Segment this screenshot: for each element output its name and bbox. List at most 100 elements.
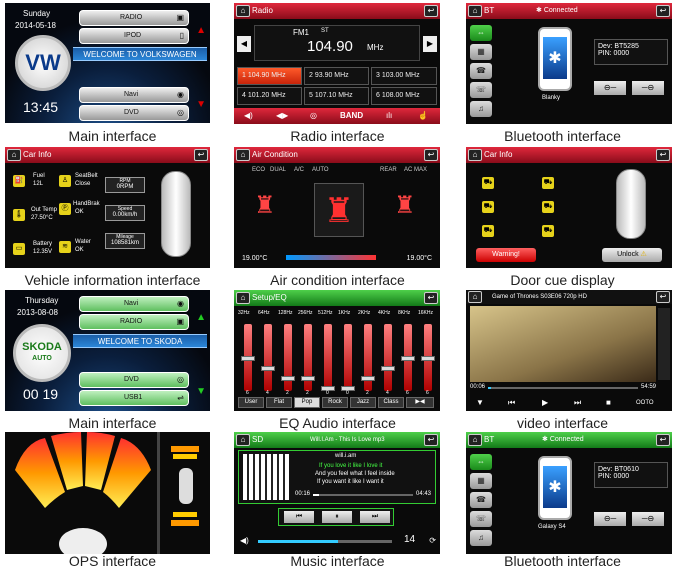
mode-rear[interactable]: REAR <box>380 167 397 173</box>
bt-sidebar-dial[interactable]: ⇔ <box>470 454 492 470</box>
band-button[interactable]: BAND <box>340 108 363 124</box>
eq-slider[interactable] <box>261 324 275 391</box>
bt-sidebar-contacts[interactable]: ☎ <box>470 492 492 508</box>
volume-slider[interactable] <box>258 540 392 543</box>
preset-2[interactable]: 2 93.90 MHz <box>304 67 369 85</box>
mode-eco[interactable]: ECO <box>252 167 265 173</box>
eq-icon[interactable]: ılı <box>386 108 392 124</box>
eq-slider[interactable] <box>401 324 415 391</box>
eq-slider[interactable] <box>341 324 355 391</box>
navi-button[interactable]: Navi ◉ <box>79 296 189 312</box>
disconnect-button[interactable]: ─⊖ <box>632 81 664 95</box>
eq-slider[interactable] <box>381 324 395 391</box>
scroll-down-icon[interactable]: ▼ <box>196 386 206 397</box>
disconnect-button[interactable]: ─⊖ <box>632 512 664 526</box>
scroll-up-icon[interactable]: ▲ <box>196 25 206 36</box>
eq-preset-jazz[interactable]: Jazz <box>350 397 376 408</box>
unlock-button[interactable]: Unlock ⚠ <box>602 248 662 262</box>
home-icon[interactable]: ⌂ <box>7 149 21 161</box>
eq-balance-icon[interactable]: ▶◀ <box>406 397 434 408</box>
seek-back-button[interactable]: ◀ <box>237 36 251 52</box>
repeat-icon[interactable]: ⟳ <box>429 536 436 545</box>
back-icon[interactable]: ↩ <box>424 149 438 161</box>
eq-slider[interactable] <box>361 324 375 391</box>
scan-icon[interactable]: ◎ <box>310 108 317 124</box>
usb-button[interactable]: USB1 ⇌ <box>79 390 189 406</box>
pause-button[interactable]: ⏸ <box>322 511 352 523</box>
eq-slider[interactable] <box>301 324 315 391</box>
preset-6[interactable]: 6 108.00 MHz <box>371 87 437 105</box>
radio-button[interactable]: RADIO ▣ <box>79 314 189 330</box>
eq-knob[interactable] <box>361 376 375 381</box>
stop-icon[interactable]: ■ <box>606 395 611 411</box>
down-icon[interactable]: ▼ <box>476 395 484 411</box>
next-button[interactable]: ⏭ <box>360 511 390 523</box>
mode-ac-max[interactable]: AC MAX <box>404 167 427 173</box>
volume-icon[interactable]: ◀) <box>240 536 249 545</box>
eq-knob[interactable] <box>281 376 295 381</box>
home-icon[interactable]: ⌂ <box>236 5 250 17</box>
bt-sidebar-music[interactable]: ♫ <box>470 530 492 546</box>
preset-1[interactable]: 1 104.90 MHz <box>237 67 302 85</box>
scroll-down-icon[interactable]: ▼ <box>196 99 206 110</box>
eq-knob[interactable] <box>401 356 415 361</box>
eq-knob[interactable] <box>301 376 315 381</box>
dvd-button[interactable]: DVD ◎ <box>79 372 189 388</box>
scroll-up-icon[interactable]: ▲ <box>196 312 206 323</box>
preset-3[interactable]: 3 103.00 MHz <box>371 67 437 85</box>
home-icon[interactable]: ⌂ <box>468 5 482 17</box>
progress-bar[interactable] <box>488 387 638 389</box>
eq-slider[interactable] <box>241 324 255 391</box>
progress-bar[interactable] <box>313 494 413 496</box>
radio-button[interactable]: RADIO ▣ <box>79 10 189 26</box>
home-icon[interactable]: ⌂ <box>236 434 250 446</box>
prev-button[interactable]: ⏮ <box>284 511 314 523</box>
ipod-button[interactable]: IPOD ▯ <box>79 28 189 44</box>
connect-button[interactable]: ⊖─ <box>594 512 626 526</box>
navi-button[interactable]: Navi ◉ <box>79 87 189 103</box>
back-icon[interactable]: ↩ <box>656 5 670 17</box>
home-icon[interactable]: ⌂ <box>468 291 482 303</box>
eq-preset-class[interactable]: Class <box>378 397 404 408</box>
bt-sidebar-music[interactable]: ♫ <box>470 101 492 117</box>
mode-ac[interactable]: A/C <box>294 167 304 173</box>
seek-icon[interactable]: ◀▶ <box>276 108 288 124</box>
eq-preset-user[interactable]: User <box>238 397 264 408</box>
back-icon[interactable]: ↩ <box>424 434 438 446</box>
dvd-button[interactable]: DVD ◎ <box>79 105 189 121</box>
eq-knob[interactable] <box>261 366 275 371</box>
back-icon[interactable]: ↩ <box>656 149 670 161</box>
back-icon[interactable]: ↩ <box>656 291 670 303</box>
bt-sidebar-keypad[interactable]: ▦ <box>470 473 492 489</box>
eq-preset-flat[interactable]: Flat <box>266 397 292 408</box>
connect-button[interactable]: ⊖─ <box>594 81 626 95</box>
prev-icon[interactable]: ⏮ <box>508 395 515 411</box>
next-icon[interactable]: ⏭ <box>574 395 581 411</box>
bt-sidebar-calls[interactable]: ☏ <box>470 82 492 98</box>
eq-slider[interactable] <box>321 324 335 391</box>
eq-knob[interactable] <box>421 356 435 361</box>
back-icon[interactable]: ↩ <box>424 5 438 17</box>
mode-auto[interactable]: AUTO <box>312 167 329 173</box>
bt-sidebar-calls[interactable]: ☏ <box>470 511 492 527</box>
back-icon[interactable]: ↩ <box>194 149 208 161</box>
preset-5[interactable]: 5 107.10 MHz <box>304 87 369 105</box>
bt-sidebar-keypad[interactable]: ▦ <box>470 44 492 60</box>
play-icon[interactable]: ▶ <box>542 395 548 411</box>
eq-preset-pop[interactable]: Pop <box>294 397 320 408</box>
warning-button[interactable]: Warning! <box>476 248 536 262</box>
preset-4[interactable]: 4 101.20 MHz <box>237 87 302 105</box>
fan-speed-bar[interactable] <box>286 255 376 260</box>
back-icon[interactable]: ↩ <box>656 434 670 446</box>
seek-forward-button[interactable]: ▶ <box>423 36 437 52</box>
eq-preset-rock[interactable]: Rock <box>322 397 348 408</box>
bt-sidebar-contacts[interactable]: ☎ <box>470 63 492 79</box>
bt-sidebar-dial[interactable]: ⇔ <box>470 25 492 41</box>
eq-slider[interactable] <box>421 324 435 391</box>
home-icon[interactable]: ⌂ <box>468 434 482 446</box>
touch-icon[interactable]: ☝ <box>418 108 428 124</box>
home-icon[interactable]: ⌂ <box>236 149 250 161</box>
mode-dual[interactable]: DUAL <box>270 167 286 173</box>
volume-icon[interactable]: ◀) <box>244 108 253 124</box>
eq-knob[interactable] <box>241 356 255 361</box>
